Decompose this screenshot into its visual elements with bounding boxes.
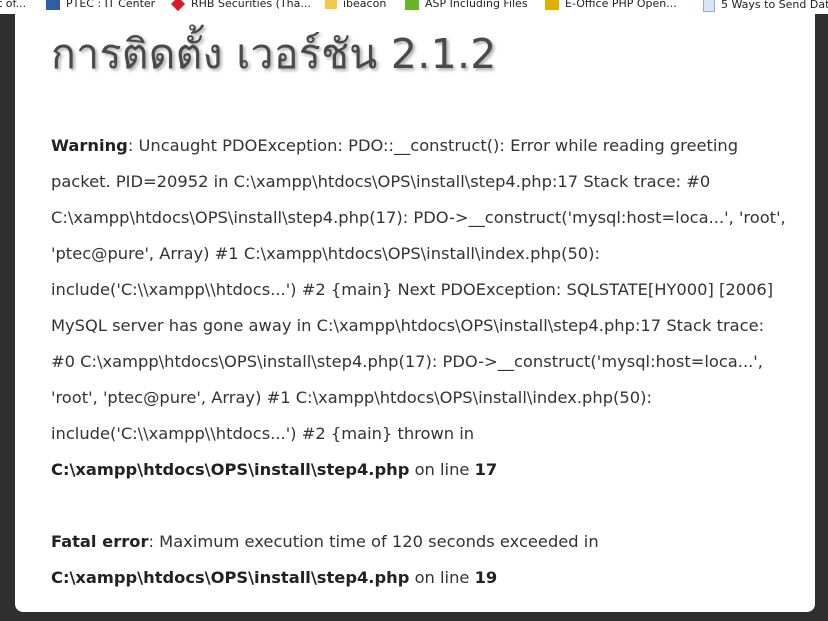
bookmark-label: ASP Including Files [425, 0, 528, 10]
bookmarks-bar: t of... PTEC : IT Center RHB Securities … [0, 0, 828, 14]
bookmark-item-4[interactable]: ASP Including Files [405, 0, 528, 10]
ptec-icon [46, 0, 60, 10]
rhb-diamond-icon [170, 0, 186, 12]
asp-icon [405, 0, 419, 10]
warning-on-line-text: on line [409, 460, 475, 479]
bookmark-item-6[interactable]: 5 Ways to Send Data [703, 0, 828, 12]
document-icon [703, 0, 715, 12]
fatal-error-label: Fatal error [51, 532, 149, 551]
bookmark-item-5[interactable]: E-Office PHP Open... [545, 0, 677, 10]
warning-line-number: 17 [474, 460, 498, 479]
bookmark-label: RHB Securities (Tha... [191, 0, 311, 10]
warning-message: Warning: Uncaught PDOException: PDO::__c… [51, 128, 791, 488]
bookmark-label: ibeacon [343, 0, 387, 10]
bookmark-item-2[interactable]: RHB Securities (Tha... [170, 0, 311, 12]
page-card: การติดตั้ง เวอร์ชัน 2.1.2 Warning: Uncau… [15, 14, 815, 612]
warning-label: Warning [51, 136, 128, 155]
error-output: Warning: Uncaught PDOException: PDO::__c… [51, 128, 791, 596]
fatal-file-path: C:\xampp\htdocs\OPS\install\step4.php [51, 568, 410, 587]
bookmark-item-1[interactable]: PTEC : IT Center [46, 0, 155, 10]
folder-icon [325, 0, 337, 9]
fatal-error-message: Fatal error: Maximum execution time of 1… [51, 524, 791, 596]
fatal-line-number: 19 [474, 568, 498, 587]
warning-text: : Uncaught PDOException: PDO::__construc… [51, 136, 786, 443]
fatal-on-line-text: on line [409, 568, 475, 587]
page-title: การติดตั้ง เวอร์ชัน 2.1.2 [51, 30, 497, 78]
bookmark-label: E-Office PHP Open... [565, 0, 677, 10]
bookmark-label: PTEC : IT Center [66, 0, 156, 10]
bookmark-label: 5 Ways to Send Data [721, 0, 828, 11]
bookmark-item-0[interactable]: t of... [0, 0, 26, 10]
bookmark-label: t of... [0, 0, 27, 10]
warning-file-path: C:\xampp\htdocs\OPS\install\step4.php [51, 460, 410, 479]
msr-icon [545, 0, 559, 10]
bookmark-item-3[interactable]: ibeacon [325, 0, 386, 10]
fatal-error-text: : Maximum execution time of 120 seconds … [148, 532, 599, 551]
